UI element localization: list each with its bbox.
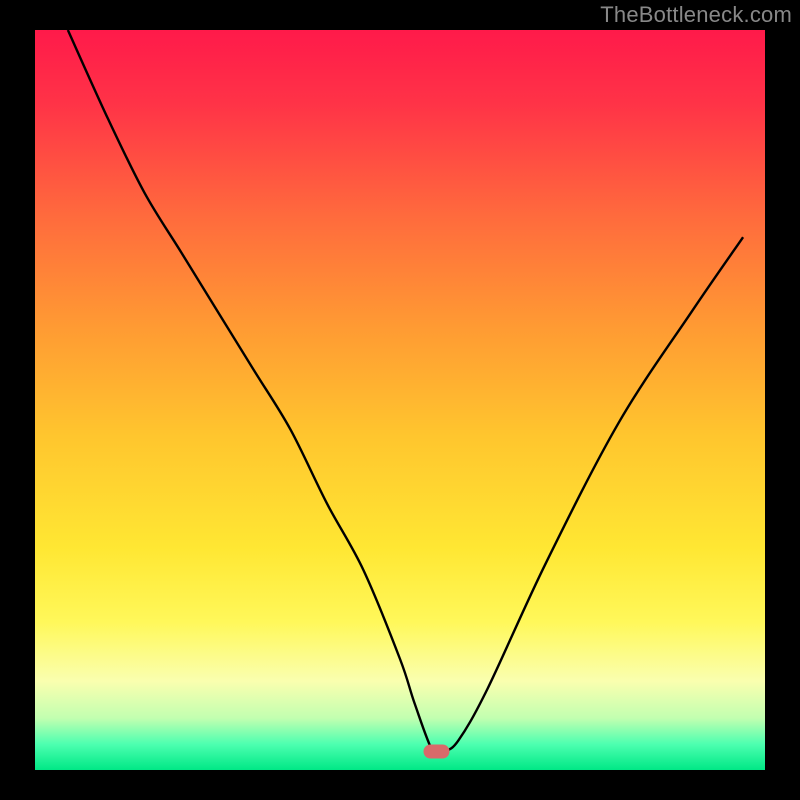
optimal-marker: [424, 745, 450, 759]
watermark-text: TheBottleneck.com: [600, 2, 792, 28]
bottleneck-chart: [0, 0, 800, 800]
chart-container: TheBottleneck.com: [0, 0, 800, 800]
